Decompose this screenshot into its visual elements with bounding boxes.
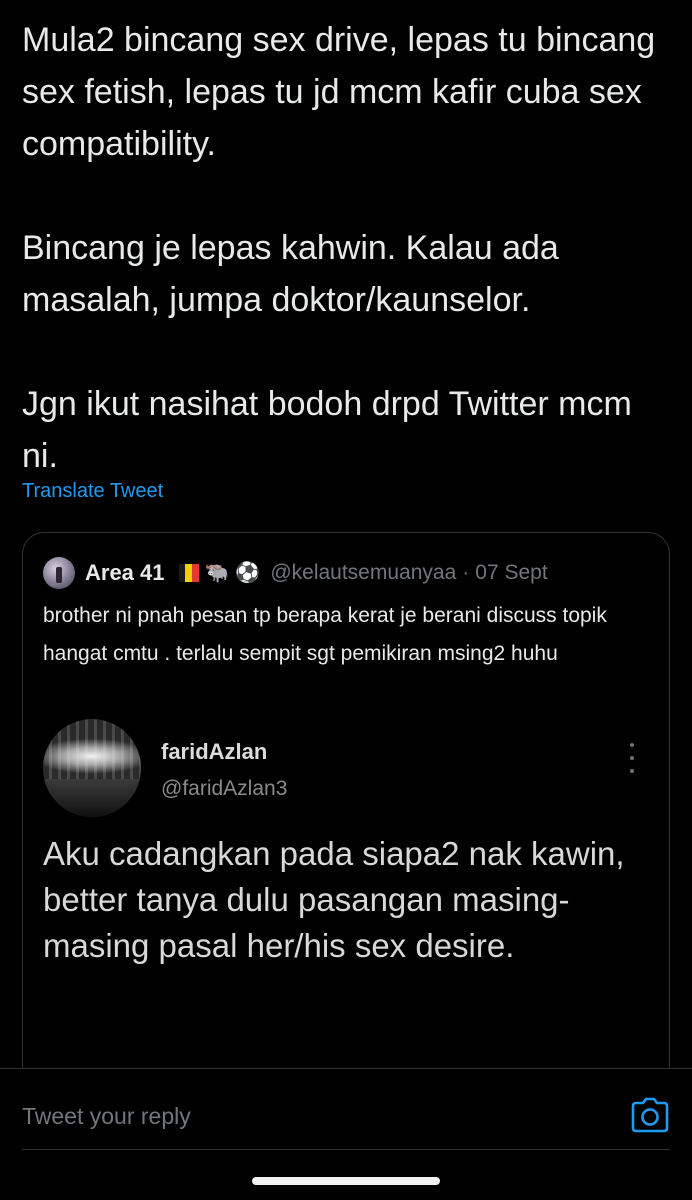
tweet-paragraph: Bincang je lepas kahwin. Kalau ada masal…	[22, 229, 559, 319]
quoted-tweet-date[interactable]: 07 Sept	[475, 561, 547, 585]
embedded-user-name: faridAzlan	[161, 739, 268, 764]
reply-bar	[0, 1068, 692, 1200]
tweet-paragraph: Mula2 bincang sex drive, lepas tu bincan…	[22, 21, 656, 163]
flag-stripe	[178, 564, 186, 582]
quoted-user-name[interactable]: Area 41	[85, 560, 165, 586]
reply-input[interactable]	[22, 1099, 602, 1133]
quoted-user-handle[interactable]: @kelautsemuanyaa	[270, 561, 456, 585]
camera-icon[interactable]	[630, 1097, 670, 1133]
embedded-tweet-text: Aku cadangkan pada siapa2 nak kawin, bet…	[43, 835, 625, 964]
flag-stripe	[191, 564, 199, 582]
separator-dot: ·	[462, 561, 470, 584]
quoted-tweet-text: brother ni pnah pesan tp berapa kerat je…	[43, 604, 607, 665]
tweet-paragraph: Jgn ikut nasihat bodoh drpd Twitter mcm …	[22, 385, 632, 475]
embedded-screenshot-image[interactable]: faridAzlan @faridAzlan3 Aku cadangkan pa…	[23, 705, 669, 1092]
quoted-tweet-header: Area 41 🐃 ⚽ @kelautsemuanyaa · 07 Sept	[43, 557, 653, 589]
embedded-user-avatar	[43, 719, 141, 817]
quoted-tweet-card[interactable]: Area 41 🐃 ⚽ @kelautsemuanyaa · 07 Sept b…	[22, 532, 670, 1092]
flag-stripe	[185, 564, 192, 582]
tweet-text: Mula2 bincang sex drive, lepas tu bincan…	[22, 14, 672, 482]
more-options-icon	[629, 743, 635, 773]
belgium-flag-icon	[178, 564, 199, 582]
water-buffalo-icon: 🐃	[204, 562, 230, 584]
translate-tweet-link[interactable]: Translate Tweet	[22, 480, 163, 503]
embedded-user-handle: @faridAzlan3	[161, 777, 288, 800]
soccer-ball-icon: ⚽	[235, 562, 261, 584]
quoted-user-avatar[interactable]	[43, 557, 75, 589]
divider	[22, 1149, 670, 1150]
home-indicator[interactable]	[252, 1177, 440, 1185]
